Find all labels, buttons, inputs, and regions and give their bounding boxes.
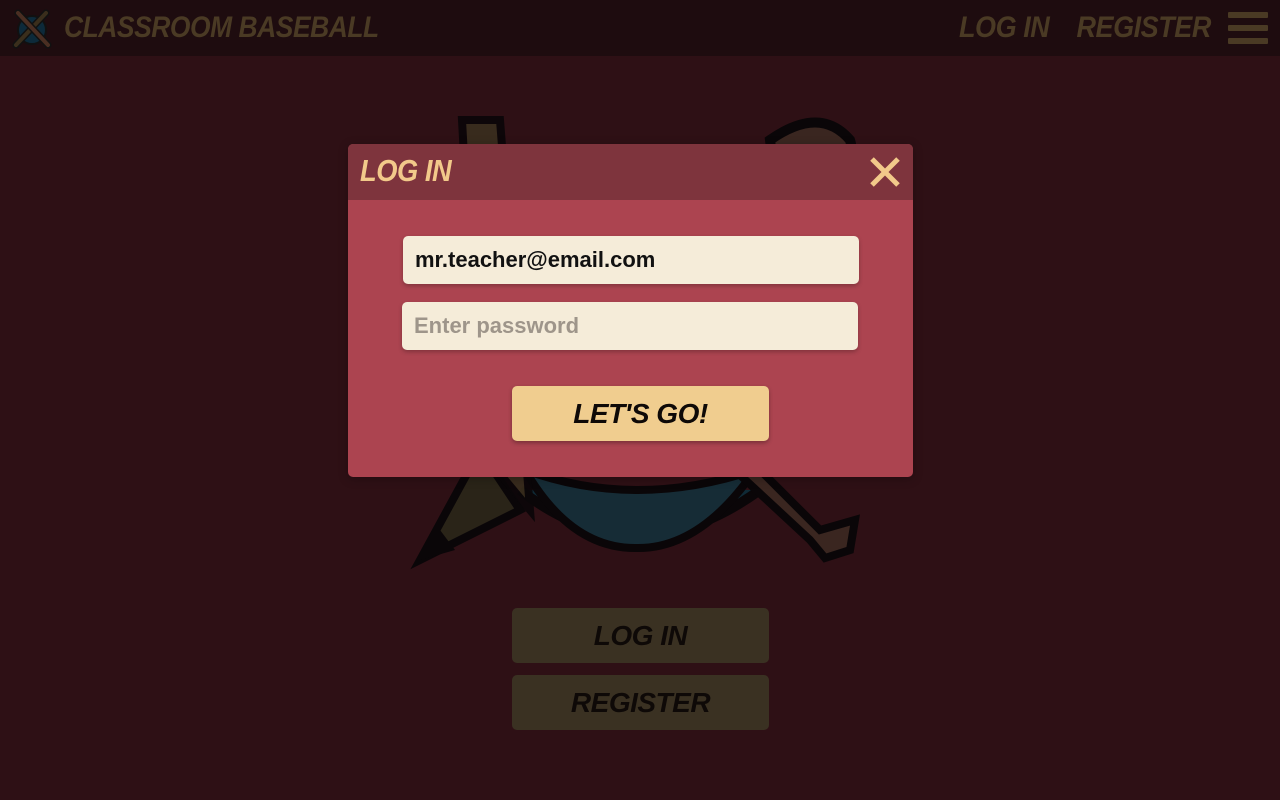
nav-links: Log In Register [940, 7, 1218, 49]
login-modal: Log In Let's Go! [348, 144, 913, 477]
brand-name: Classroom Baseball [64, 11, 379, 44]
close-icon[interactable] [867, 154, 903, 190]
page: Classroom Baseball Log In Register Log I… [0, 0, 1280, 800]
hamburger-bar [1228, 38, 1268, 44]
modal-header: Log In [348, 144, 913, 200]
modal-title: Log In [360, 153, 452, 188]
submit-login-button[interactable]: Let's Go! [512, 386, 769, 441]
nav-login-link[interactable]: Log In [959, 11, 1050, 45]
register-button[interactable]: Register [512, 675, 769, 730]
hamburger-bar [1228, 12, 1268, 18]
password-input[interactable] [402, 302, 858, 350]
hamburger-menu-icon[interactable] [1228, 12, 1268, 44]
email-input[interactable] [403, 236, 859, 284]
brand-link[interactable]: Classroom Baseball [10, 7, 422, 49]
hamburger-bar [1228, 25, 1268, 31]
nav-register-link[interactable]: Register [1076, 11, 1211, 45]
top-navbar: Classroom Baseball Log In Register [0, 0, 1280, 56]
login-button[interactable]: Log In [512, 608, 769, 663]
brand-logo-icon [12, 9, 52, 49]
